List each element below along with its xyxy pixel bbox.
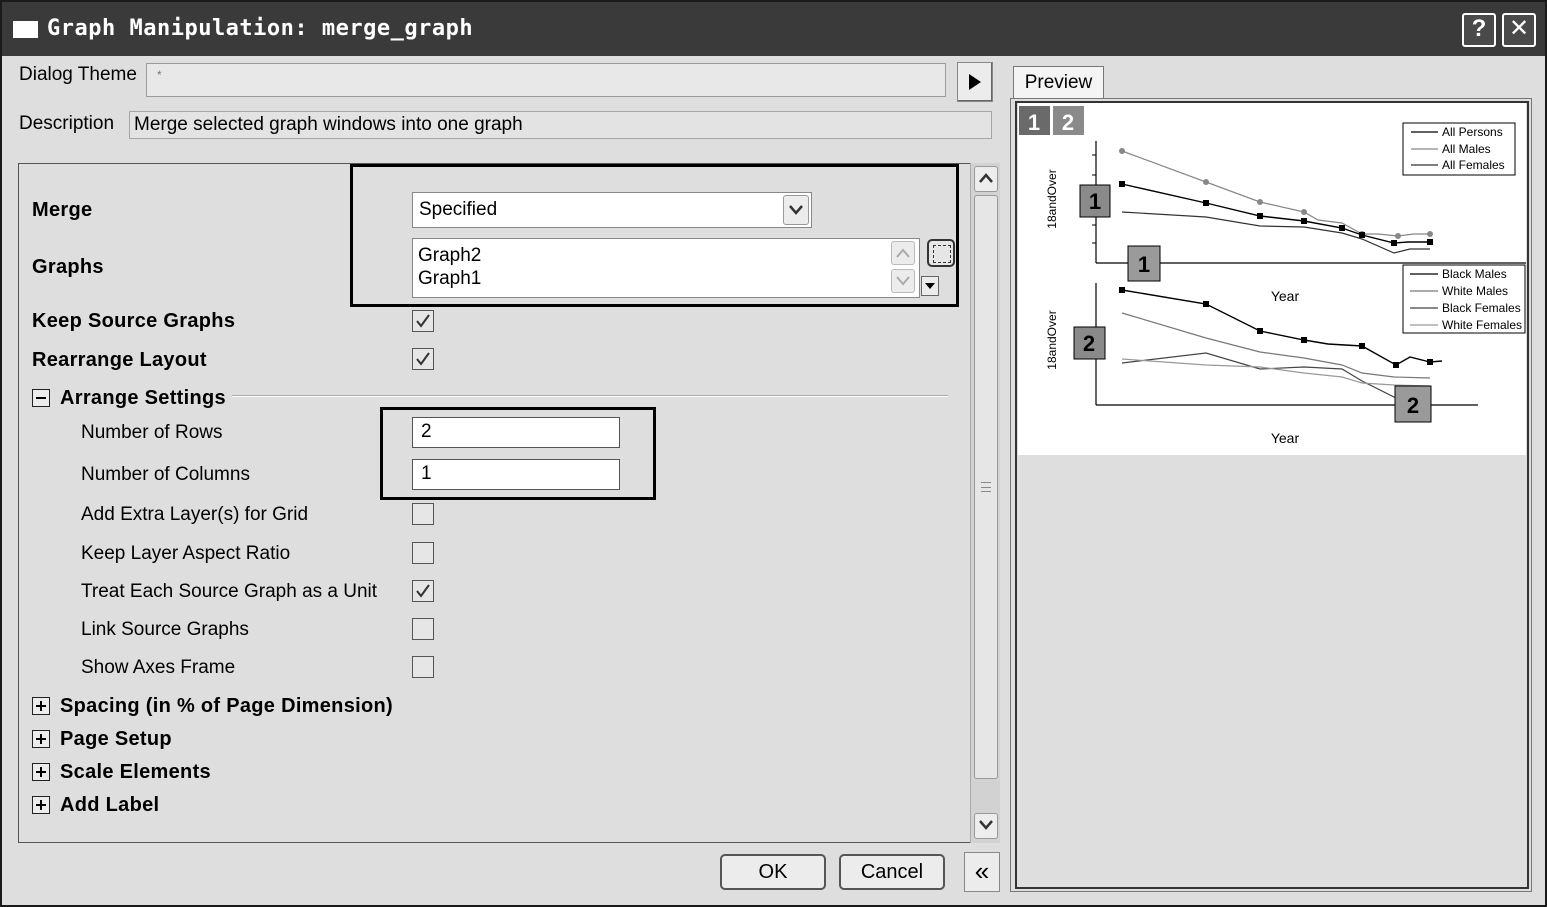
- extra-layers-label: Add Extra Layer(s) for Grid: [81, 504, 309, 525]
- chevron-up-icon: [979, 173, 993, 183]
- preview-graph: 1 2 18andOver 1 All Persons All Males Al…: [1019, 106, 1526, 446]
- scale-elements-header[interactable]: Scale Elements: [60, 761, 211, 784]
- check-icon: [416, 352, 430, 366]
- legend-white-females: White Females: [1442, 318, 1522, 332]
- description-field: Merge selected graph windows into one gr…: [129, 111, 992, 139]
- window-title: Graph Manipulation: merge_graph: [47, 16, 474, 41]
- graph1-ylabel: 18andOver: [1045, 169, 1059, 228]
- link-source-graphs-checkbox[interactable]: [412, 618, 434, 640]
- layer-tab-1-label: 1: [1028, 110, 1040, 135]
- expand-scale-elements-icon[interactable]: [32, 763, 50, 781]
- add-label-header[interactable]: Add Label: [60, 794, 159, 817]
- scroll-down-button[interactable]: [974, 813, 998, 839]
- chevron-down-icon: [979, 820, 993, 830]
- link-source-graphs-label: Link Source Graphs: [81, 619, 249, 640]
- collapse-preview-button[interactable]: «: [964, 852, 1000, 892]
- legend-black-females: Black Females: [1442, 301, 1521, 315]
- show-axes-frame-label: Show Axes Frame: [81, 657, 236, 678]
- close-button[interactable]: ✕: [1502, 13, 1536, 47]
- collapse-arrange-settings-icon[interactable]: [32, 389, 50, 407]
- arrange-highlight-box: [380, 407, 656, 500]
- scroll-up-button[interactable]: [974, 166, 998, 192]
- number-of-rows-label: Number of Rows: [81, 422, 223, 443]
- keep-aspect-ratio-checkbox[interactable]: [412, 542, 434, 564]
- theme-menu-button[interactable]: [957, 62, 993, 102]
- legend-black-males: Black Males: [1442, 267, 1507, 281]
- graph-manipulation-dialog: Graph Manipulation: merge_graph ? ✕ Dial…: [0, 0, 1547, 907]
- description-label: Description: [19, 113, 115, 134]
- legend-all-persons: All Persons: [1442, 125, 1503, 139]
- graph2-badge-label: 2: [1083, 331, 1095, 356]
- legend-all-males: All Males: [1442, 142, 1491, 156]
- expand-spacing-icon[interactable]: [32, 697, 50, 715]
- check-icon: [416, 314, 430, 328]
- arrange-settings-header[interactable]: Arrange Settings: [60, 387, 226, 410]
- graph2-target-badge-label: 2: [1407, 393, 1419, 418]
- legend-all-females: All Females: [1442, 158, 1505, 172]
- cancel-button[interactable]: Cancel: [839, 854, 945, 890]
- expand-page-setup-icon[interactable]: [32, 730, 50, 748]
- page-setup-header[interactable]: Page Setup: [60, 728, 172, 751]
- ok-button[interactable]: OK: [720, 854, 826, 890]
- title-bar[interactable]: Graph Manipulation: merge_graph ? ✕: [2, 2, 1545, 56]
- treat-as-unit-checkbox[interactable]: [412, 580, 434, 602]
- rearrange-layout-checkbox[interactable]: [412, 348, 434, 370]
- preview-tab[interactable]: Preview: [1013, 66, 1104, 100]
- extra-layers-checkbox[interactable]: [412, 503, 434, 525]
- graph2-xlabel: Year: [1271, 430, 1300, 446]
- show-axes-frame-checkbox[interactable]: [412, 656, 434, 678]
- check-icon: [416, 584, 430, 598]
- help-button[interactable]: ?: [1462, 13, 1496, 47]
- graph1-xlabel: Year: [1271, 288, 1300, 304]
- number-of-columns-label: Number of Columns: [81, 464, 250, 485]
- grip-icon: [981, 482, 991, 492]
- rearrange-layout-label: Rearrange Layout: [32, 349, 207, 371]
- play-arrow-icon: [969, 74, 981, 90]
- section-divider: [232, 395, 948, 397]
- graph1-badge-label: 1: [1089, 189, 1101, 214]
- keep-source-graphs-label: Keep Source Graphs: [32, 310, 236, 332]
- treat-as-unit-label: Treat Each Source Graph as a Unit: [81, 581, 378, 602]
- legend-white-males: White Males: [1442, 284, 1508, 298]
- dialog-theme-label: Dialog Theme: [19, 64, 137, 85]
- window-icon: [13, 21, 38, 38]
- spacing-header[interactable]: Spacing (in % of Page Dimension): [60, 695, 393, 718]
- expand-add-label-icon[interactable]: [32, 796, 50, 814]
- merge-highlight-box: [350, 164, 959, 307]
- dialog-theme-combo[interactable]: *: [146, 63, 946, 97]
- scroll-thumb[interactable]: [974, 195, 998, 779]
- keep-source-graphs-checkbox[interactable]: [412, 310, 434, 332]
- layer-tab-2-label: 2: [1062, 110, 1074, 135]
- graph2-ylabel: 18andOver: [1045, 310, 1059, 369]
- graph1-target-badge-label: 1: [1138, 252, 1150, 277]
- keep-aspect-ratio-label: Keep Layer Aspect Ratio: [81, 543, 291, 564]
- merge-label: Merge: [32, 199, 93, 221]
- graphs-label: Graphs: [32, 256, 104, 278]
- settings-scrollbar[interactable]: [970, 163, 1000, 843]
